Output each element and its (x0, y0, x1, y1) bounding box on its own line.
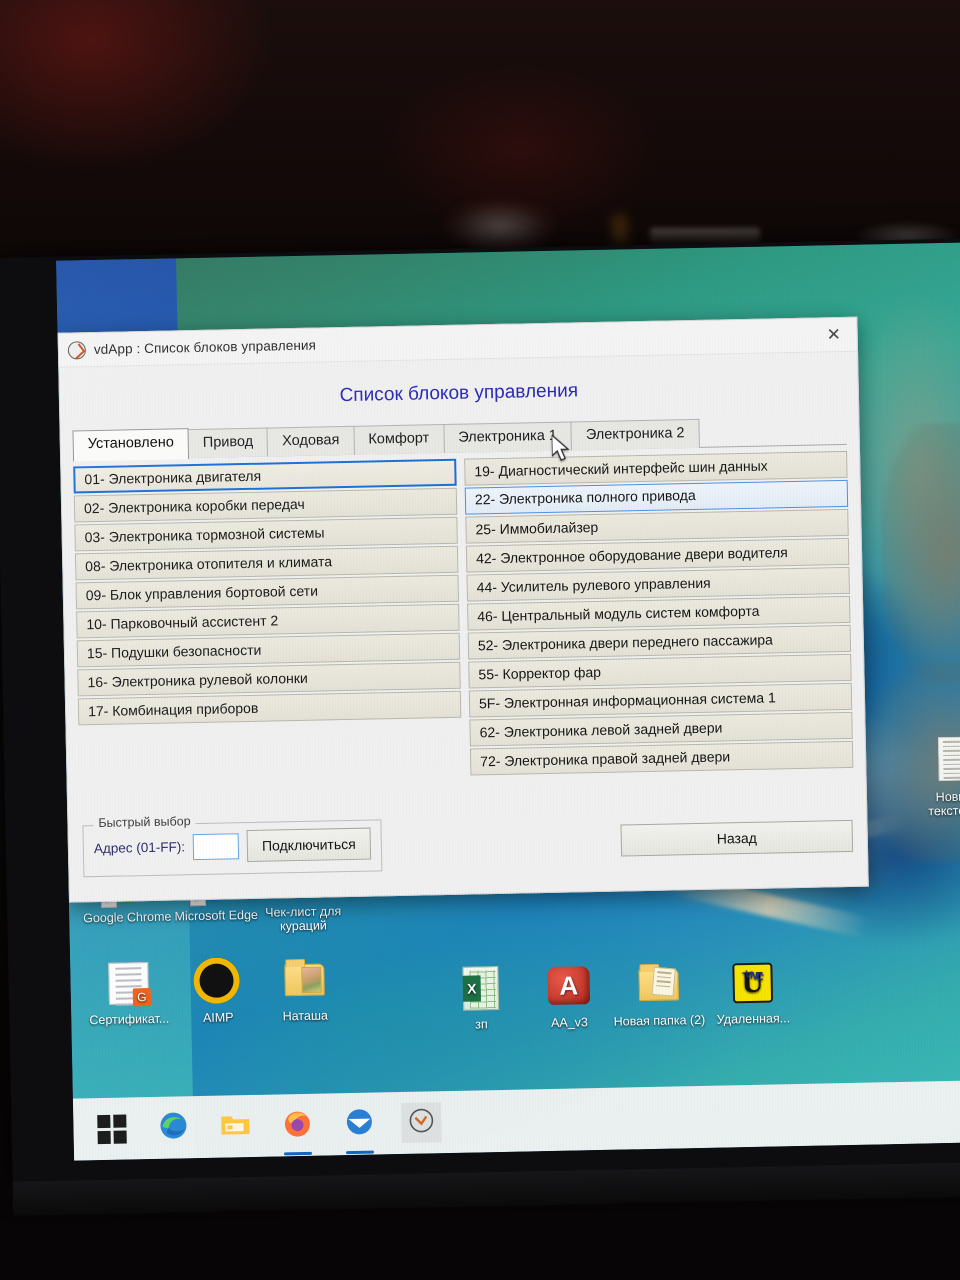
tab-elektronika-2[interactable]: Электроника 2 (570, 418, 700, 451)
desktop-icon-label: Сертификат... (89, 1011, 170, 1028)
tab-privod[interactable]: Привод (187, 427, 269, 459)
address-label: Адрес (01-FF): (93, 839, 186, 857)
close-icon[interactable]: ✕ (810, 317, 857, 352)
gauge-icon (67, 340, 87, 360)
screen-content: ↗ Google Chrome ↗ Microsoft Edge W Чек-л… (56, 241, 960, 1161)
desktop-icon-certificate[interactable]: G Сертификат... (80, 958, 177, 1027)
desktop-icon-label: AIMP (202, 1010, 234, 1025)
dialog-footer: Быстрый выбор Адрес (01-FF): Подключитьс… (68, 800, 868, 902)
quick-select-legend: Быстрый выбор (93, 814, 196, 831)
desktop-icon-remote-vnc[interactable]: VNC Удаленная... (704, 958, 801, 1027)
taskbar-vdapp[interactable] (401, 1102, 442, 1143)
tab-elektronika-1[interactable]: Электроника 1 (442, 421, 573, 454)
desktop-icon-label: Microsoft Edge (174, 907, 259, 924)
text-file-icon (930, 736, 960, 785)
amber-indicator-2 (616, 232, 625, 241)
amber-indicator-1 (615, 218, 624, 227)
desktop-icon-aimp[interactable]: AIMP (169, 957, 266, 1026)
desktop-icon-label: Google Chrome (83, 909, 172, 926)
wallpaper-rock-2 (879, 421, 960, 685)
folder-icon (220, 1111, 251, 1143)
right-control-unit-list: 19- Диагностический интерфейс шин данных… (464, 450, 854, 808)
desktop-icon-zp-spreadsheet[interactable]: X зп (432, 963, 529, 1032)
desktop-icon-new-folder-2[interactable]: Новая папка (2) (610, 960, 707, 1029)
excel-icon: X (456, 964, 505, 1013)
screenshot-root: ↗ Google Chrome ↗ Microsoft Edge W Чек-л… (0, 0, 960, 1280)
desktop-icon-label: Наташа (282, 1008, 329, 1024)
start-button[interactable] (91, 1108, 132, 1149)
desktop-icon-label: Удаленная... (716, 1011, 791, 1027)
center-display-glow (650, 228, 760, 244)
address-input[interactable] (192, 832, 240, 860)
taskbar-thunderbird[interactable] (339, 1103, 380, 1155)
tab-ustanovleno[interactable]: Установлено (72, 428, 190, 462)
desktop-icon-label: AA_v3 (550, 1015, 589, 1030)
control-units-dialog: vdApp : Список блоков управления ✕ Списо… (57, 316, 869, 903)
instrument-cluster-glow (440, 196, 560, 252)
ultravnc-icon: VNC (728, 958, 777, 1007)
desktop-icon-aa-v3[interactable]: AA_v3 (520, 962, 617, 1031)
desktop-icon-label: Новый текстов... (928, 789, 960, 819)
laptop-screen-panel: ↗ Google Chrome ↗ Microsoft Edge W Чек-л… (0, 237, 960, 1216)
list-item[interactable]: 72- Электроника правой задней двери (469, 740, 854, 776)
windows-logo-icon (96, 1114, 127, 1144)
aimp-icon (193, 957, 242, 1006)
folder-photo-icon (280, 955, 329, 1004)
taskbar-file-explorer[interactable] (215, 1106, 256, 1147)
thunderbird-icon (344, 1106, 375, 1142)
back-button[interactable]: Назад (620, 819, 854, 857)
desktop-icon-natasha-folder[interactable]: Наташа (256, 955, 353, 1024)
window-title: vdApp : Список блоков управления (93, 337, 317, 358)
left-control-unit-list: 01- Электроника двигателя 02- Электроник… (73, 458, 463, 816)
running-indicator (345, 1150, 375, 1155)
taskbar-edge[interactable] (153, 1107, 194, 1148)
connect-button[interactable]: Подключиться (246, 827, 372, 862)
desktop-icon-label: Новая папка (2) (613, 1012, 706, 1029)
firefox-icon (282, 1107, 313, 1143)
gauge-icon (408, 1107, 435, 1139)
list-item[interactable]: 17- Комбинация приборов (77, 690, 462, 726)
autodata-icon (544, 962, 593, 1011)
certificate-icon: G (104, 959, 153, 1008)
desktop-icon-new-text-file[interactable]: Новый текстов... (906, 736, 960, 819)
control-unit-lists: 01- Электроника двигателя 02- Электроник… (61, 445, 866, 816)
tab-hodovaya[interactable]: Ходовая (266, 425, 355, 457)
running-indicator (284, 1151, 313, 1156)
desktop-icon-label: Чек-лист для кураций (265, 904, 342, 934)
taskbar-firefox[interactable] (277, 1105, 318, 1156)
edge-icon (158, 1110, 189, 1146)
folder-icon (634, 960, 683, 1009)
quick-select-group: Быстрый выбор Адрес (01-FF): Подключитьс… (82, 814, 383, 878)
desktop-icon-label: зп (475, 1017, 488, 1032)
tab-komfort[interactable]: Комфорт (353, 424, 445, 455)
